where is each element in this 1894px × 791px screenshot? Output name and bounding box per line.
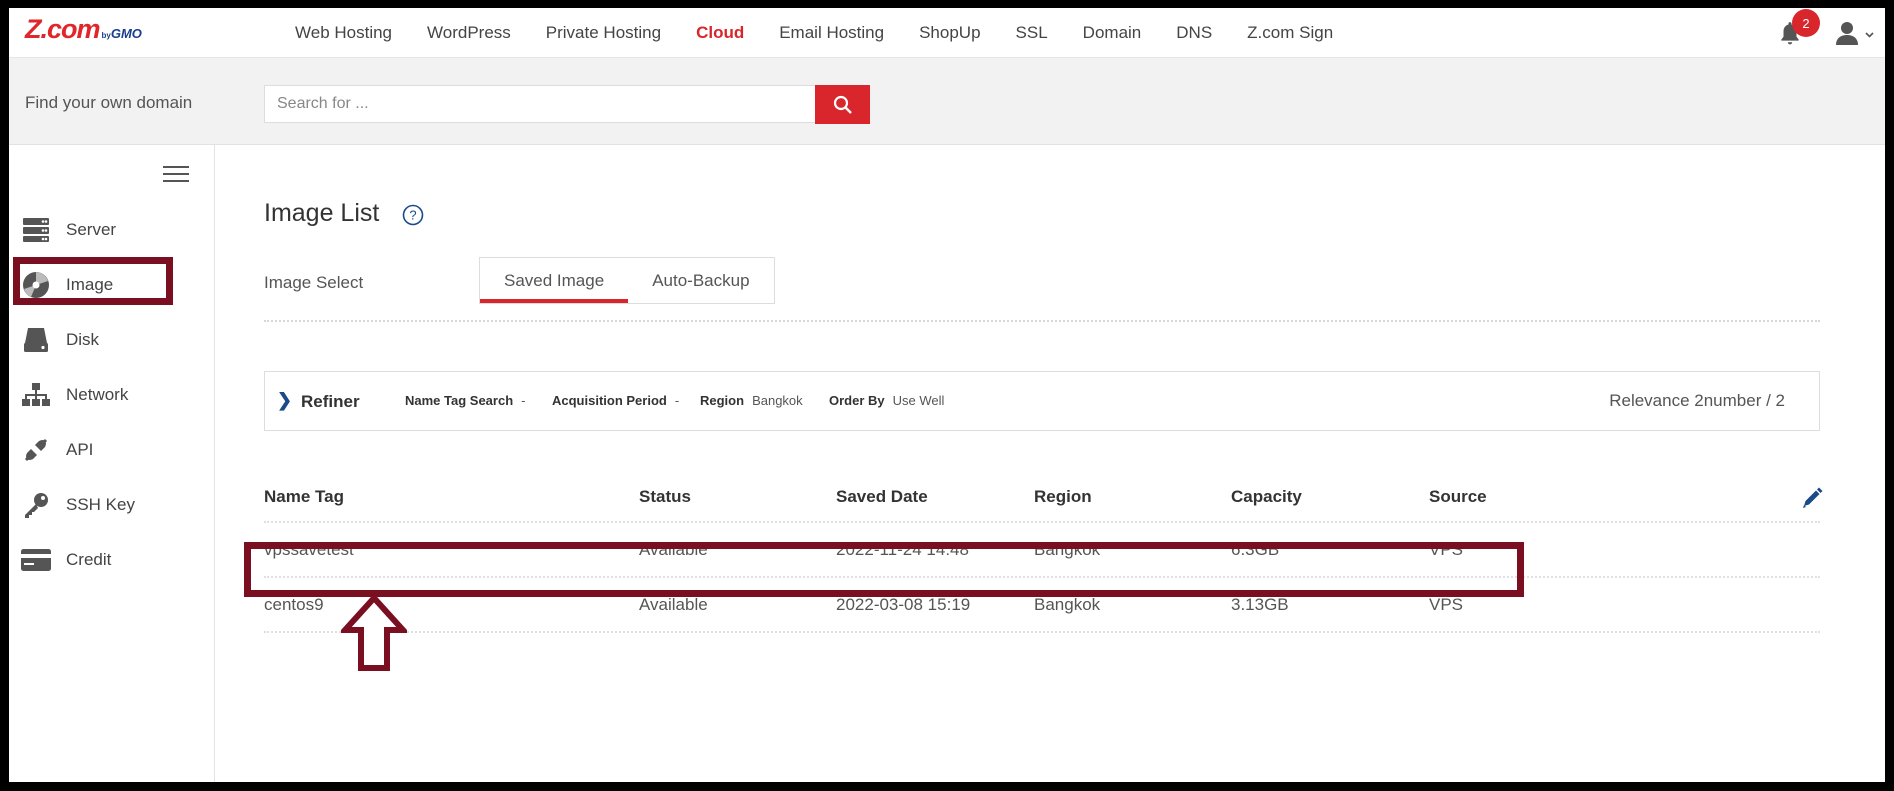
refiner-field-label: Region <box>700 393 745 408</box>
refiner-field-value: - <box>521 393 526 408</box>
cell-status: Available <box>639 595 708 614</box>
domain-search-button[interactable] <box>815 85 870 124</box>
annotation-arrow-up-icon <box>341 595 407 671</box>
main-nav: Web Hosting WordPress Private Hosting Cl… <box>295 8 1368 57</box>
top-navbar: Z.com by GMO Web Hosting WordPress Priva… <box>9 8 1885 58</box>
sidebar: Server Image Disk Network API SSH Key Cr… <box>9 145 215 782</box>
col-header-source: Source <box>1429 487 1487 506</box>
nav-shopup[interactable]: ShopUp <box>919 23 980 43</box>
server-icon <box>21 215 51 245</box>
nav-wordpress[interactable]: WordPress <box>427 23 511 43</box>
key-icon <box>21 490 51 520</box>
nav-email-hosting[interactable]: Email Hosting <box>779 23 884 43</box>
search-icon <box>833 95 852 114</box>
highlight-box-row <box>244 542 1524 597</box>
sidebar-item-disk[interactable]: Disk <box>21 320 201 360</box>
find-domain-label: Find your own domain <box>25 93 193 112</box>
divider <box>264 320 1820 322</box>
nav-ssl[interactable]: SSL <box>1016 23 1048 43</box>
sidebar-item-api[interactable]: API <box>21 430 201 470</box>
col-header-capacity: Capacity <box>1231 487 1302 506</box>
cell-saved-date: 2022-03-08 15:19 <box>836 595 971 614</box>
page-title: Image List <box>264 199 380 227</box>
tab-saved-image[interactable]: Saved Image <box>480 258 629 303</box>
refiner-panel: ❯ Refiner Name Tag Search - Acquisition P… <box>264 371 1820 431</box>
sidebar-item-label: Server <box>66 220 117 239</box>
cell-source: VPS <box>1429 595 1464 614</box>
refiner-field-value: Bangkok <box>752 393 803 408</box>
sidebar-item-network[interactable]: Network <box>21 375 201 415</box>
nav-zcom-sign[interactable]: Z.com Sign <box>1247 23 1333 43</box>
nav-private-hosting[interactable]: Private Hosting <box>546 23 661 43</box>
refiner-acquisition-period: Acquisition Period - <box>552 393 679 408</box>
refiner-order-by: Order By Use Well <box>829 393 944 408</box>
sidebar-item-label: Credit <box>66 550 112 569</box>
highlight-box-image <box>13 257 173 305</box>
col-header-saved-date: Saved Date <box>836 487 928 506</box>
col-header-region: Region <box>1034 487 1092 506</box>
row-divider <box>264 521 1820 523</box>
pencil-edit-icon[interactable] <box>1801 487 1823 509</box>
refiner-name-tag-search: Name Tag Search - <box>405 393 525 408</box>
cell-capacity: 3.13GB <box>1231 595 1289 614</box>
refiner-field-value: - <box>674 393 680 408</box>
chevron-right-icon[interactable]: ❯ <box>277 390 292 411</box>
network-icon <box>21 380 51 410</box>
zcom-logo[interactable]: Z.com by GMO <box>25 14 142 44</box>
refiner-field-label: Acquisition Period <box>552 393 667 408</box>
relevance-count: Relevance 2number / 2 <box>1609 391 1785 410</box>
user-account-icon[interactable] <box>1835 20 1875 46</box>
nav-dns[interactable]: DNS <box>1176 23 1212 43</box>
credit-card-icon <box>21 545 51 575</box>
notification-badge[interactable]: 2 <box>1792 9 1820 37</box>
disk-icon <box>21 325 51 355</box>
nav-web-hosting[interactable]: Web Hosting <box>295 23 392 43</box>
sidebar-item-label: Network <box>66 385 129 404</box>
refiner-region: Region Bangkok <box>700 393 803 408</box>
logo-gmo-text: GMO <box>110 26 142 41</box>
logo-by-text: by <box>101 31 111 40</box>
sidebar-item-server[interactable]: Server <box>21 210 201 250</box>
nav-cloud[interactable]: Cloud <box>696 23 744 43</box>
api-icon <box>21 435 51 465</box>
refiner-toggle[interactable]: Refiner <box>301 392 360 412</box>
refiner-field-label: Name Tag Search <box>405 393 514 408</box>
cell-region: Bangkok <box>1034 595 1101 614</box>
sidebar-item-credit[interactable]: Credit <box>21 540 201 580</box>
logo-text: Z.com <box>25 14 101 44</box>
main-content: Image List ? Image Select Saved Image Au… <box>215 145 1885 782</box>
image-select-label: Image Select <box>264 273 364 292</box>
refiner-field-value: Use Well <box>892 393 945 408</box>
col-header-name-tag: Name Tag <box>264 487 344 506</box>
domain-search-bar: Find your own domain <box>9 58 1885 145</box>
col-header-status: Status <box>639 487 691 506</box>
cell-name-tag[interactable]: centos9 <box>264 595 324 615</box>
sidebar-item-label: API <box>66 440 94 459</box>
domain-search-input[interactable] <box>264 85 816 123</box>
sidebar-item-label: SSH Key <box>66 495 135 514</box>
tab-auto-backup[interactable]: Auto-Backup <box>628 258 773 303</box>
row-divider <box>264 631 1820 633</box>
sidebar-item-label: Disk <box>66 330 100 349</box>
svg-text:?: ? <box>409 208 416 223</box>
nav-domain[interactable]: Domain <box>1083 23 1142 43</box>
hamburger-menu-icon[interactable] <box>162 164 190 184</box>
image-type-tabs: Saved Image Auto-Backup <box>479 257 775 304</box>
sidebar-item-ssh-key[interactable]: SSH Key <box>21 485 201 525</box>
app-window: Z.com by GMO Web Hosting WordPress Priva… <box>9 8 1885 782</box>
refiner-field-label: Order By <box>829 393 885 408</box>
help-icon[interactable]: ? <box>402 204 424 226</box>
